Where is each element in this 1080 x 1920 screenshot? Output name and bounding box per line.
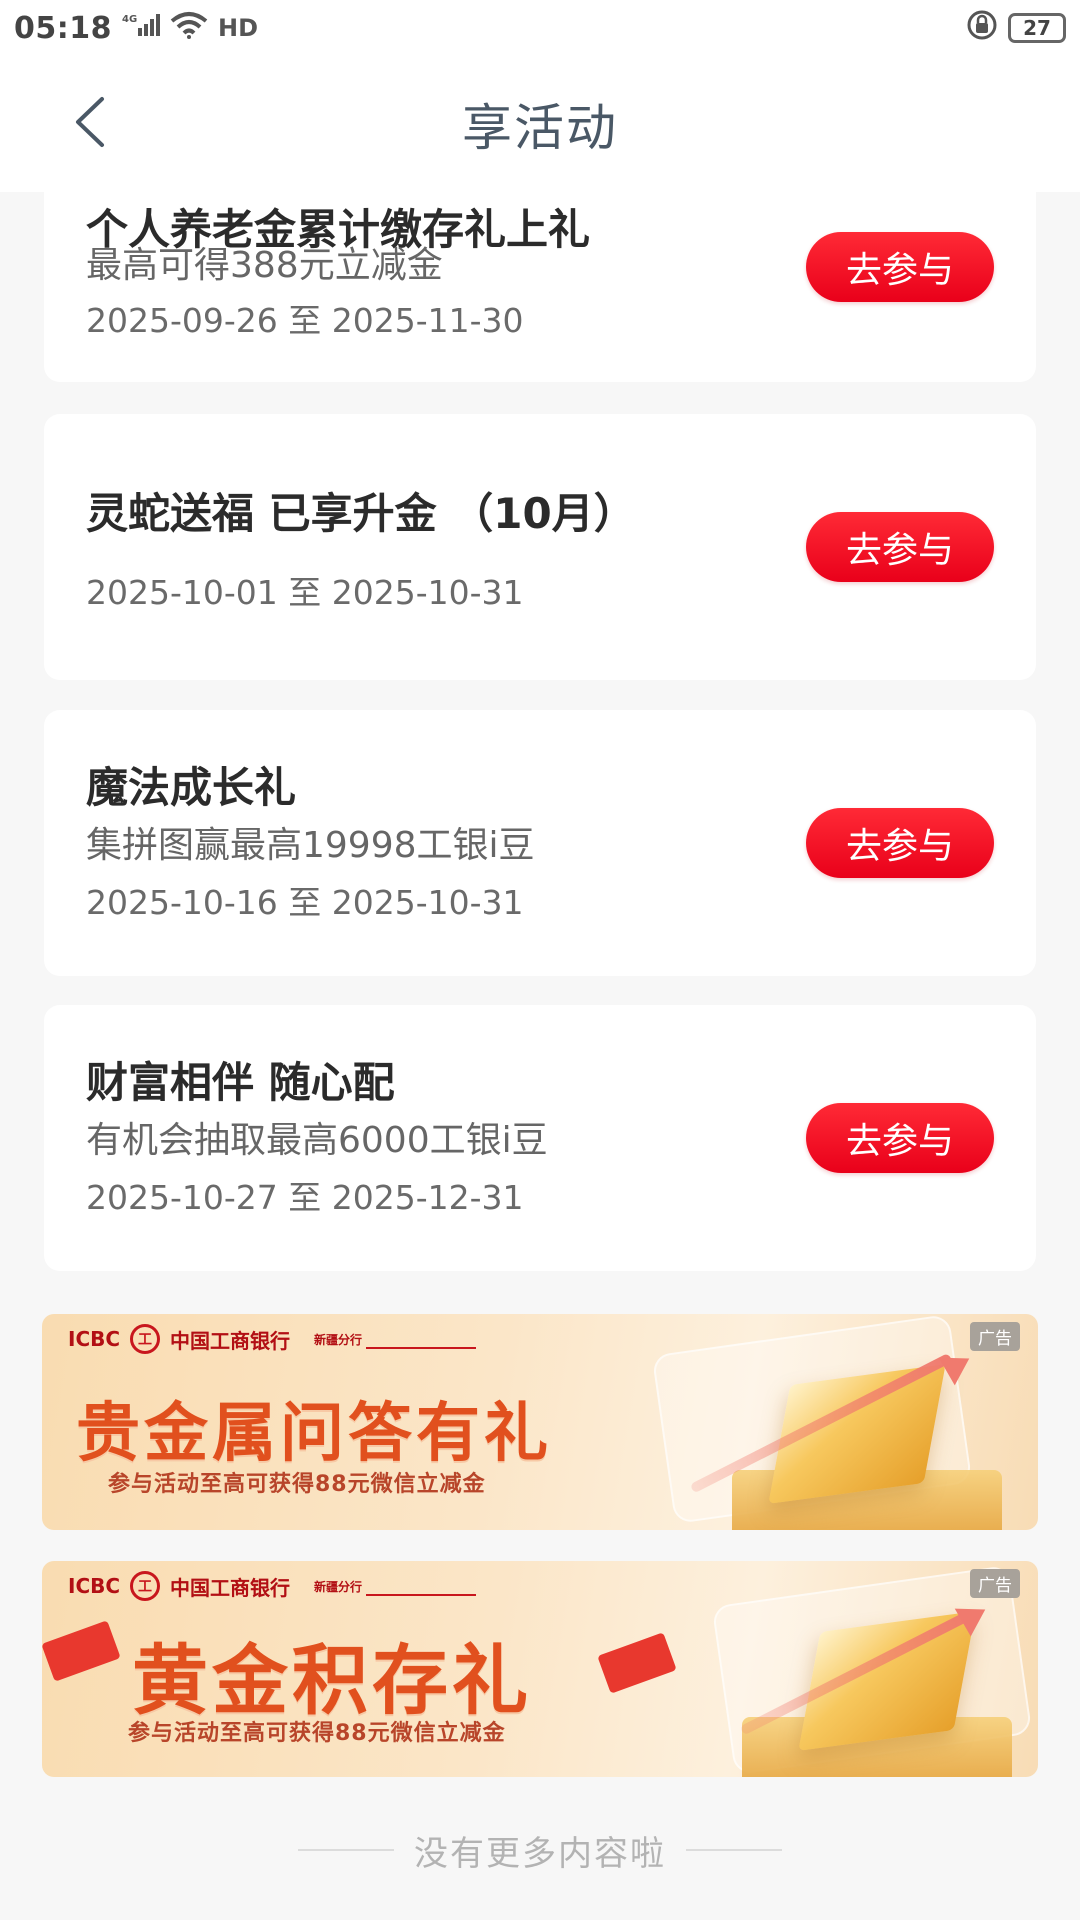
status-left: 05:18 4G HD (14, 11, 258, 46)
page-header: 享活动 (0, 56, 1080, 192)
page-title: 享活动 (462, 99, 618, 157)
back-button[interactable] (60, 92, 120, 152)
bank-brand: ICBC 工 中国工商银行 新疆分行 (68, 1571, 477, 1601)
brand-en: ICBC (68, 1574, 121, 1598)
brand-en: ICBC (68, 1327, 121, 1351)
battery-icon: 27 (1008, 13, 1066, 43)
activity-date: 2025-10-16 至 2025-10-31 (86, 883, 524, 922)
activity-description: 集拼图赢最高19998工银i豆 (86, 825, 535, 866)
brand-cn: 中国工商银行 (170, 1575, 291, 1600)
wifi-icon (170, 11, 208, 45)
activity-card[interactable]: 魔法成长礼 集拼图赢最高19998工银i豆 2025-10-16 至 2025-… (44, 710, 1036, 976)
join-button[interactable]: 去参与 (806, 1103, 994, 1173)
activity-title: 财富相伴 随心配 (86, 1058, 395, 1107)
status-bar: 05:18 4G HD 27 (0, 0, 1080, 56)
status-time: 05:18 (14, 10, 112, 46)
activity-title: 灵蛇送福 已享升金 （10月） (86, 489, 636, 538)
footer-text: 没有更多内容啦 (414, 1833, 666, 1874)
ad-badge: 广告 (970, 1569, 1020, 1598)
red-envelope-graphic (597, 1632, 677, 1694)
chevron-left-icon (76, 97, 104, 147)
banner-headline: 贵金属问答有礼 (76, 1397, 552, 1471)
activity-date: 2025-09-26 至 2025-11-30 (86, 301, 524, 340)
branch-name: 新疆分行 (314, 1579, 363, 1594)
icbc-logo-icon: 工 (130, 1571, 161, 1601)
join-button[interactable]: 去参与 (806, 808, 994, 878)
svg-text:4G: 4G (122, 14, 137, 25)
signal-icon: 4G (122, 12, 160, 44)
gold-bar-graphic (798, 1611, 976, 1751)
activity-description: 有机会抽取最高6000工银i豆 (86, 1120, 548, 1161)
rotation-lock-icon (966, 9, 998, 47)
brand-divider (366, 1347, 477, 1349)
ad-badge: 广告 (970, 1322, 1020, 1351)
status-right: 27 (966, 9, 1066, 47)
hd-icon: HD (218, 14, 259, 42)
activity-description: 最高可得388元立减金 (86, 245, 443, 286)
banner-headline: 黄金积存礼 (132, 1636, 532, 1725)
activity-title: 魔法成长礼 (86, 763, 297, 812)
brand-cn: 中国工商银行 (170, 1328, 291, 1353)
icbc-logo-icon: 工 (130, 1324, 161, 1354)
join-button[interactable]: 去参与 (806, 232, 994, 302)
activity-date: 2025-10-27 至 2025-12-31 (86, 1178, 524, 1217)
no-more-content: 没有更多内容啦 (0, 1820, 1080, 1880)
banner-subtitle: 参与活动至高可获得88元微信立减金 (108, 1472, 486, 1497)
bank-brand: ICBC 工 中国工商银行 新疆分行 (68, 1324, 477, 1354)
activity-card[interactable]: 财富相伴 随心配 有机会抽取最高6000工银i豆 2025-10-27 至 20… (44, 1005, 1036, 1271)
footer-divider-right (686, 1849, 782, 1851)
activity-date: 2025-10-01 至 2025-10-31 (86, 573, 524, 612)
brand-divider (366, 1594, 477, 1596)
branch-name: 新疆分行 (314, 1332, 363, 1347)
join-button[interactable]: 去参与 (806, 512, 994, 582)
promo-banner[interactable]: ICBC 工 中国工商银行 新疆分行 广告 黄金积存礼 参与活动至高可获得88元… (42, 1561, 1038, 1777)
banner-subtitle: 参与活动至高可获得88元微信立减金 (128, 1721, 506, 1746)
footer-divider-left (298, 1849, 394, 1851)
red-envelope-graphic (42, 1620, 121, 1682)
activity-card[interactable]: 灵蛇送福 已享升金 （10月） 2025-10-01 至 2025-10-31 … (44, 414, 1036, 680)
promo-banner[interactable]: ICBC 工 中国工商银行 新疆分行 广告 贵金属问答有礼 参与活动至高可获得8… (42, 1314, 1038, 1530)
